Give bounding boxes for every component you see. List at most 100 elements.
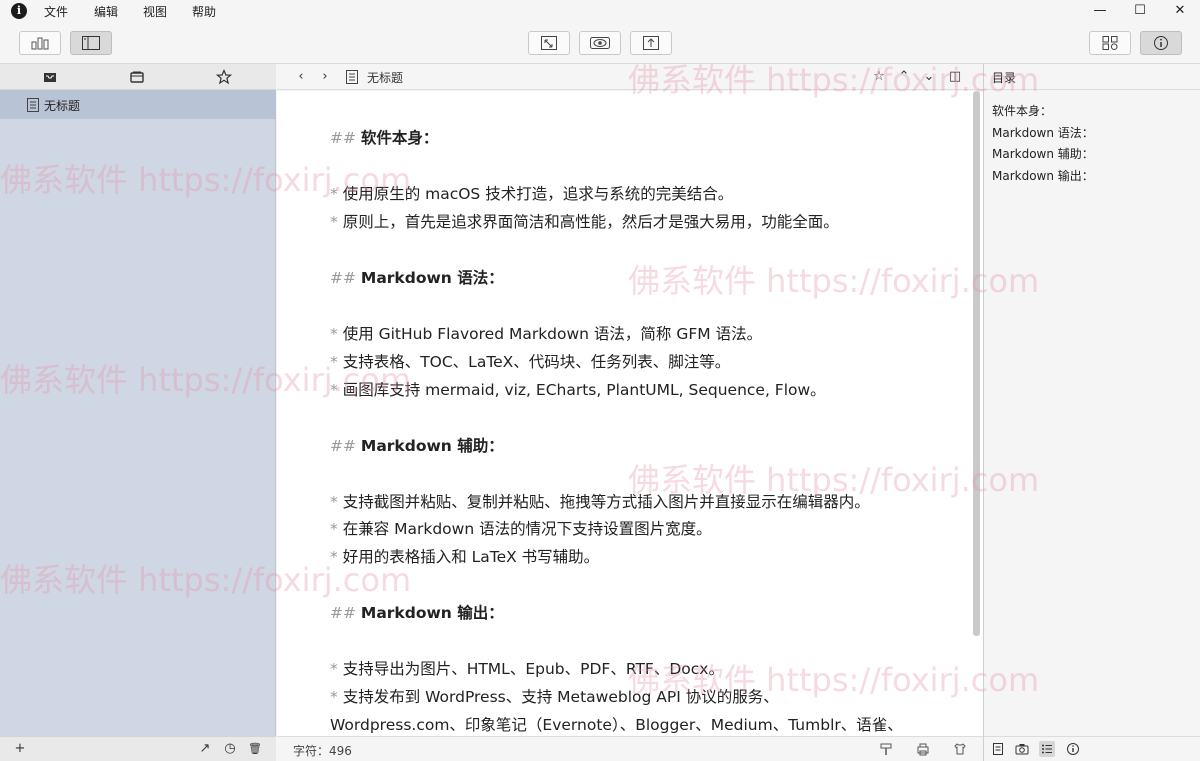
- heading-line: ## Markdown 语法：: [330, 266, 504, 288]
- print-icon[interactable]: [916, 742, 930, 756]
- menu-file[interactable]: 文件: [44, 3, 68, 20]
- list-marker: *: [330, 325, 343, 343]
- expand-icon: [541, 36, 557, 50]
- preview-eye-icon: [590, 37, 610, 49]
- file-name: 无标题: [44, 99, 81, 113]
- list-line: * 支持导出为图片、HTML、Epub、PDF、RTF、Docx。: [330, 657, 724, 679]
- line-text: 软件本身：: [360, 129, 439, 147]
- chevron-down-icon[interactable]: ⌄: [922, 69, 936, 85]
- chart-icon[interactable]: ↗: [198, 742, 212, 756]
- line-text: 支持导出为图片、HTML、Epub、PDF、RTF、Docx。: [342, 660, 724, 678]
- stats-icon: [31, 37, 49, 50]
- add-icon[interactable]: +: [13, 742, 27, 756]
- list-marker: *: [330, 520, 343, 538]
- list-marker: *: [330, 213, 343, 231]
- inbox-icon[interactable]: [42, 69, 58, 85]
- sidebar: 无标题: [0, 64, 276, 761]
- app-logo-icon[interactable]: i: [11, 3, 27, 19]
- info-circle-icon[interactable]: [1065, 741, 1081, 757]
- trash-icon[interactable]: 🗑: [248, 742, 262, 756]
- close-button[interactable]: ✕: [1170, 2, 1190, 20]
- line-text: 使用 GitHub Flavored Markdown 语法，简称 GFM 语法…: [342, 325, 763, 343]
- favorite-star-icon[interactable]: ☆: [872, 69, 886, 85]
- editor-scrollbar[interactable]: [973, 91, 980, 636]
- history-icon[interactable]: ◷: [223, 742, 237, 756]
- list-line: * 使用原生的 macOS 技术打造，追求与系统的完美结合。: [330, 182, 733, 204]
- format-paint-icon[interactable]: [879, 742, 893, 756]
- toc-item[interactable]: Markdown 输出：: [992, 167, 1094, 184]
- grid-view-button[interactable]: [1089, 31, 1131, 55]
- document-info-icon[interactable]: [990, 741, 1006, 757]
- export-button[interactable]: [630, 31, 672, 55]
- editor-footer: 字符：496: [277, 736, 983, 761]
- camera-icon[interactable]: [1014, 741, 1030, 757]
- info-icon: [1154, 36, 1168, 50]
- document-title: 无标题: [367, 71, 404, 85]
- heading-line: ## Markdown 输出：: [330, 601, 504, 623]
- stats-button[interactable]: [19, 31, 61, 55]
- split-view-icon[interactable]: ◫: [948, 69, 962, 85]
- list-line: * 在兼容 Markdown 语法的情况下支持设置图片宽度。: [330, 517, 712, 539]
- list-line: * 使用 GitHub Flavored Markdown 语法，简称 GFM …: [330, 322, 762, 344]
- list-line: * 画图库支持 mermaid, viz, ECharts, PlantUML,…: [330, 378, 826, 400]
- heading-marker: ##: [330, 269, 361, 287]
- outline-list-icon[interactable]: [1039, 741, 1055, 757]
- chevron-up-icon[interactable]: ⌃: [897, 69, 911, 85]
- toolbar: [0, 22, 1200, 64]
- toc-item[interactable]: Markdown 辅助：: [992, 145, 1094, 162]
- character-count: 字符：496: [293, 744, 352, 758]
- list-line: * 原则上，首先是追求界面简洁和高性能，然后才是强大易用，功能全面。: [330, 210, 839, 232]
- line-text: 原则上，首先是追求界面简洁和高性能，然后才是强大易用，功能全面。: [342, 213, 839, 231]
- list-line: * 支持发布到 WordPress、支持 Metaweblog API 协议的服…: [330, 685, 779, 707]
- sidebar-tabs: [0, 64, 276, 90]
- star-icon[interactable]: [216, 69, 232, 85]
- info-button[interactable]: [1140, 31, 1182, 55]
- toc-item[interactable]: Markdown 语法：: [992, 124, 1094, 141]
- document-icon: [27, 98, 39, 112]
- line-text: 支持表格、TOC、LaTeX、代码块、任务列表、脚注等。: [342, 353, 731, 371]
- app-window: i 文件 编辑 视图 帮助 — ☐ ✕ 无标题 + ↗ ◷ 🗑 ‹ › 无标题 …: [0, 0, 1200, 761]
- line-text: 好用的表格插入和 LaTeX 书写辅助。: [342, 548, 600, 566]
- toc-item[interactable]: 软件本身：: [992, 102, 1052, 119]
- preview-button[interactable]: [579, 31, 621, 55]
- back-icon[interactable]: ‹: [294, 69, 308, 85]
- line-text: 支持发布到 WordPress、支持 Metaweblog API 协议的服务、: [342, 688, 779, 706]
- folder-icon[interactable]: [129, 69, 145, 85]
- menu-help[interactable]: 帮助: [192, 3, 216, 20]
- line-text: 使用原生的 macOS 技术打造，追求与系统的完美结合。: [342, 185, 734, 203]
- menubar: i 文件 编辑 视图 帮助 — ☐ ✕: [0, 0, 1200, 22]
- heading-marker: ##: [330, 604, 361, 622]
- menu-view[interactable]: 视图: [143, 3, 167, 20]
- line-text: 在兼容 Markdown 语法的情况下支持设置图片宽度。: [342, 520, 712, 538]
- list-line: * 支持表格、TOC、LaTeX、代码块、任务列表、脚注等。: [330, 350, 730, 372]
- line-text: Markdown 辅助：: [360, 437, 504, 455]
- list-line: * 支持截图并粘贴、复制并粘贴、拖拽等方式插入图片并直接显示在编辑器内。: [330, 490, 870, 512]
- theme-shirt-icon[interactable]: [953, 742, 967, 756]
- menu-edit[interactable]: 编辑: [94, 3, 118, 20]
- heading-line: ## Markdown 辅助：: [330, 434, 504, 456]
- file-list-item[interactable]: 无标题: [0, 90, 276, 119]
- sidebar-toggle-button[interactable]: [70, 31, 112, 55]
- list-marker: *: [330, 493, 343, 511]
- toc-header: 目录: [984, 64, 1200, 90]
- heading-marker: ##: [330, 129, 361, 147]
- expand-button[interactable]: [528, 31, 570, 55]
- markdown-editor[interactable]: ## 软件本身： * 使用原生的 macOS 技术打造，追求与系统的完美结合。 …: [277, 91, 983, 736]
- minimize-button[interactable]: —: [1090, 2, 1110, 20]
- maximize-button[interactable]: ☐: [1130, 2, 1150, 20]
- list-line: * 好用的表格插入和 LaTeX 书写辅助。: [330, 545, 599, 567]
- toc-title: 目录: [992, 71, 1017, 85]
- list-marker: *: [330, 688, 343, 706]
- line-text: 画图库支持 mermaid, viz, ECharts, PlantUML, S…: [342, 381, 826, 399]
- heading-marker: ##: [330, 437, 361, 455]
- line-text: 支持截图并粘贴、复制并粘贴、拖拽等方式插入图片并直接显示在编辑器内。: [342, 493, 870, 511]
- forward-icon[interactable]: ›: [318, 69, 332, 85]
- list-marker: *: [330, 660, 343, 678]
- sidebar-toggle-icon: [82, 36, 100, 50]
- toc-footer: [984, 736, 1200, 761]
- line-text: Markdown 输出：: [360, 604, 504, 622]
- sidebar-footer: + ↗ ◷ 🗑: [0, 736, 276, 761]
- line-text: Markdown 语法：: [360, 269, 504, 287]
- grid-icon: [1102, 36, 1118, 50]
- export-icon: [643, 36, 659, 50]
